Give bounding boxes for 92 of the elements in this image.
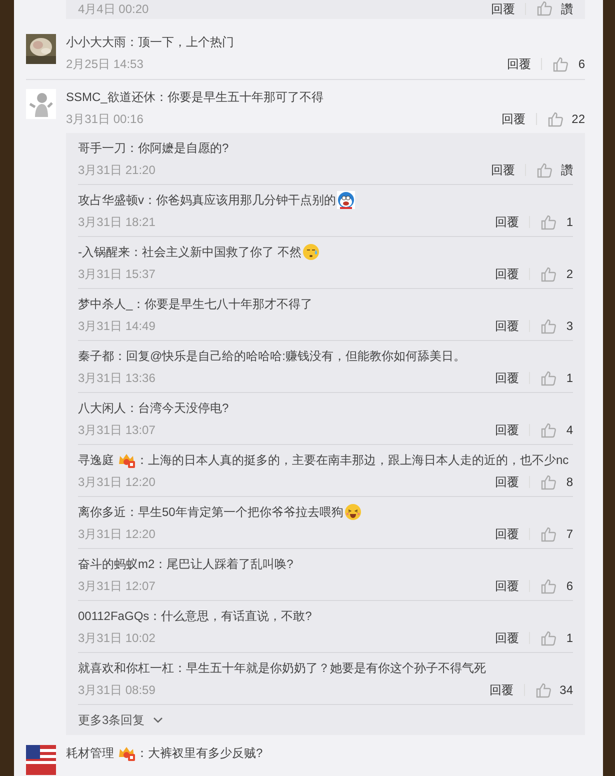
comment-text: ：早生五十年就是你奶奶了？她要是有你这个孙子不得气死 [174,660,486,677]
comment-date: 3月31日 13:36 [78,370,156,387]
comment-text: ：你爸妈真应该用那几分钟干点别的 [144,192,336,209]
user-name[interactable]: 小小大大雨 [66,32,126,52]
reply-link[interactable]: 回覆 [495,628,519,648]
comment-text: ：台湾今天没停电? [126,400,229,417]
comment-date: 3月31日 00:16 [66,111,144,128]
user-name[interactable]: 耗材管理 [66,743,114,763]
thumbs-up-icon[interactable] [536,162,553,178]
like-count: 1 [565,630,573,647]
reply-link[interactable]: 回覆 [495,212,519,232]
thumbs-up-icon[interactable] [540,526,557,542]
thumbs-up-icon[interactable] [540,266,557,282]
reply-link[interactable]: 回覆 [502,109,526,129]
reply-link[interactable]: 回覆 [491,2,515,16]
user-name[interactable]: 寻逸庭 [78,450,114,470]
crown-badge-icon [118,452,135,468]
comment-date: 2月25日 14:53 [66,56,144,73]
thumbs-up-icon[interactable] [540,318,557,334]
comment-date: 3月31日 08:59 [78,682,156,699]
comment-text: ：什么意思，有话直说，不敢? [149,608,312,625]
comment-date: 3月31日 12:20 [78,474,156,491]
like-count: 6 [577,56,585,73]
more-replies-link[interactable]: 更多3条回复 [78,705,163,733]
comment-date: 3月31日 10:02 [78,630,156,647]
thumbs-up-icon[interactable] [536,0,553,17]
user-name[interactable]: -入锅醒来 [78,242,130,262]
cat-face-icon [337,191,355,209]
comment-date: 4月4日 00:20 [78,2,149,16]
thumbs-up-icon[interactable] [540,578,557,594]
comment-text: ：回复@快乐是自己给的哈哈哈:赚钱没有，但能教你如何舔美日。 [114,348,466,365]
reply-link[interactable]: 回覆 [495,420,519,440]
comment-date: 3月31日 18:21 [78,214,156,231]
comment-text: ：你阿嬷是自愿的? [126,140,229,157]
like-count: 1 [565,214,573,231]
reply-link[interactable]: 回覆 [495,576,519,596]
comment-text: ：顶一下，上个热门 [126,34,234,51]
thumbs-up-icon[interactable] [540,370,557,386]
reply-link[interactable]: 回覆 [495,264,519,284]
user-name[interactable]: 00112FaGQs [78,606,150,626]
user-name[interactable]: 哥手一刀 [78,138,126,158]
like-count: 2 [565,266,573,283]
user-name[interactable]: 梦中杀人_ [78,294,133,314]
laughing-face-icon [344,503,362,521]
comment-date: 3月31日 15:37 [78,266,156,283]
comment-date: 3月31日 21:20 [78,162,156,179]
thumbs-up-icon[interactable] [540,214,557,230]
thumbs-up-icon[interactable] [540,474,557,490]
crown-badge-icon [118,745,135,761]
like-count: 讚 [561,2,573,16]
reply-link[interactable]: 回覆 [491,160,515,180]
comment-date: 3月31日 13:07 [78,422,156,439]
reply-link[interactable]: 回覆 [495,472,519,492]
user-name[interactable]: 攻占华盛顿v [78,190,144,210]
comment-text: ：你要是早生七八十年那才不得了 [132,296,313,313]
like-count: 8 [565,474,573,491]
comment-text: ：早生50年肯定第一个把你爷爷拉去喂狗 [126,504,344,521]
reply-link[interactable]: 回覆 [495,524,519,544]
user-name[interactable]: 离你多近 [78,502,126,522]
reply-link[interactable]: 回覆 [490,680,514,700]
comment-date: 3月31日 14:49 [78,318,156,335]
user-figure-icon [26,89,56,119]
like-count: 34 [560,682,573,699]
thumbs-up-icon[interactable] [540,630,557,646]
reply-link[interactable]: 回覆 [507,54,531,74]
comment-text: ：上海的日本人真的挺多的，主要在南丰那边，跟上海日本人走的近的，也不少nc [136,452,569,469]
comment-date: 3月31日 12:07 [78,578,156,595]
reply-link[interactable]: 回覆 [495,368,519,388]
user-name[interactable]: 就喜欢和你杠一杠 [78,658,174,678]
like-count: 7 [565,526,573,543]
user-name[interactable]: SSMC_欲道还休 [66,87,156,107]
thumbs-up-icon[interactable] [546,110,564,128]
thumbs-up-icon[interactable] [552,56,569,72]
thumbs-up-icon[interactable] [534,682,552,698]
user-name[interactable]: 秦子都 [78,346,114,366]
comment-text: ：社会主义新中国救了你了 不然 [130,244,302,261]
comment-text: ：大裤衩里有多少反贼? [136,745,263,762]
thumbs-up-icon[interactable] [540,422,557,438]
like-count: 1 [565,370,573,387]
reply-link[interactable]: 回覆 [495,316,519,336]
user-name[interactable]: 八大闲人 [78,398,126,418]
chevron-down-icon [152,716,163,724]
comment-text: ：你要是早生五十年那可了不得 [155,89,324,106]
like-count: 22 [572,111,585,128]
sweat-face-icon [302,243,320,261]
comment-date: 3月31日 12:20 [78,526,156,543]
like-count: 4 [565,422,573,439]
like-count: 3 [565,318,573,335]
like-count: 6 [565,578,573,595]
user-name[interactable]: 奋斗的蚂蚁m2 [78,554,155,574]
comment-text: ：尾巴让人踩着了乱叫唤? [154,556,294,573]
like-count: 讚 [561,162,573,179]
